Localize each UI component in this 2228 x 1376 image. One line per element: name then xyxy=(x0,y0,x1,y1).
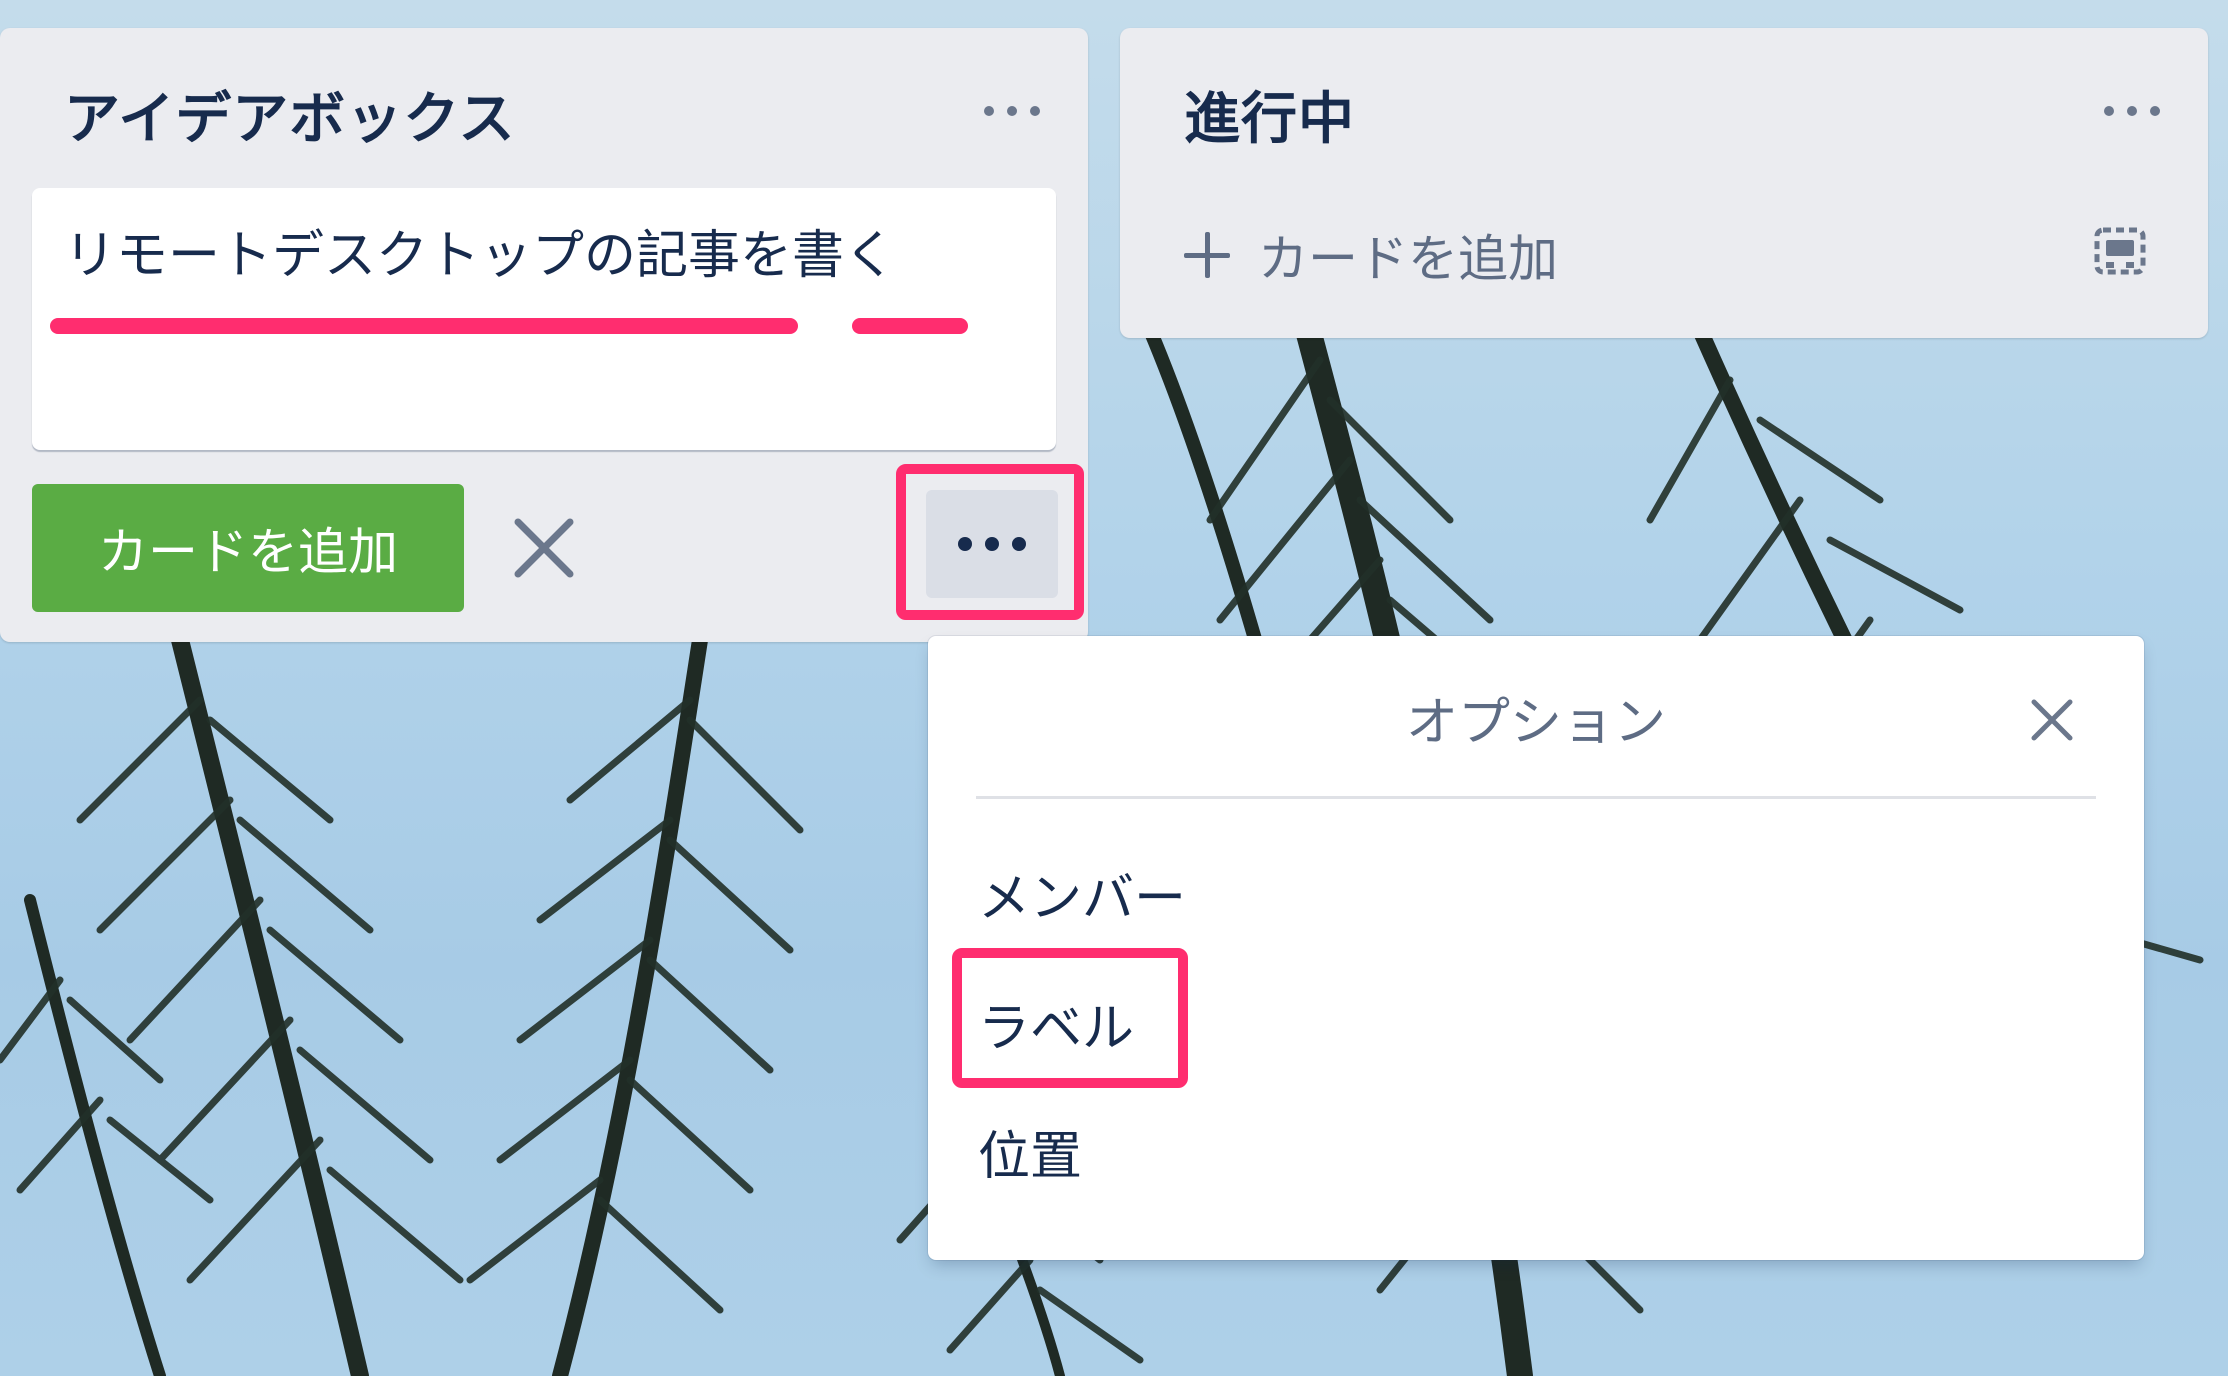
highlight-underline xyxy=(852,318,968,334)
plus-icon xyxy=(1184,232,1230,278)
add-card-label: カードを追加 xyxy=(1258,230,1558,288)
create-from-template-button[interactable] xyxy=(2092,224,2148,280)
list-title[interactable]: 進行中 xyxy=(1184,74,1355,155)
popover-close-button[interactable] xyxy=(2028,696,2076,744)
option-position[interactable]: 位置 xyxy=(978,1114,1082,1189)
highlight-underline xyxy=(50,318,798,334)
close-icon xyxy=(2031,699,2073,741)
board-background: アイデアボックス リモートデスクトップの記事を書く カードを追加 進行中 カード… xyxy=(0,0,2228,1376)
option-member[interactable]: メンバー xyxy=(978,856,1186,931)
add-card-link[interactable]: カードを追加 xyxy=(1048,210,1558,300)
highlight-frame xyxy=(952,948,1188,1088)
list-in-progress: 進行中 カードを追加 xyxy=(1120,28,2208,338)
highlight-frame xyxy=(896,464,1084,620)
cancel-button[interactable] xyxy=(512,516,576,580)
list-menu-button[interactable] xyxy=(2104,98,2160,122)
list-title[interactable]: アイデアボックス xyxy=(64,74,516,155)
list-menu-button[interactable] xyxy=(984,98,1040,122)
close-icon xyxy=(514,518,574,578)
popover-title: オプション xyxy=(1405,693,1666,753)
card-composer: リモートデスクトップの記事を書く xyxy=(32,188,1056,450)
divider xyxy=(976,796,2096,799)
add-card-button[interactable]: カードを追加 xyxy=(32,484,464,612)
card-template-icon xyxy=(2094,227,2146,275)
